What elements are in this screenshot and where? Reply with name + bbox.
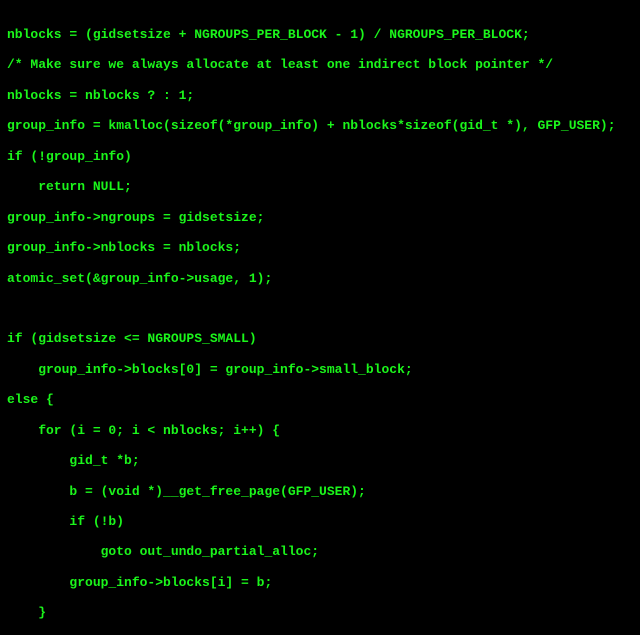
code-line: b = (void *)__get_free_page(GFP_USER); — [7, 483, 366, 499]
code-line: group_info->nblocks = nblocks; — [7, 240, 242, 256]
code-line: atomic_set(&group_info->usage, 1); — [7, 270, 273, 286]
code-line: group_info = kmalloc(sizeof(*group_info)… — [7, 118, 616, 134]
code-line: nblocks = nblocks ? : 1; — [7, 87, 195, 103]
code-line: if (!b) — [7, 514, 125, 529]
code-line: gid_t *b; — [7, 453, 140, 469]
code-line: return NULL; — [7, 179, 132, 195]
code-line: nblocks = (gidsetsize + NGROUPS_PER_BLOC… — [7, 27, 530, 42]
code-view: nblocks = (gidsetsize + NGROUPS_PER_BLOC… — [7, 26, 616, 635]
code-line: /* Make sure we always allocate at least… — [7, 57, 554, 73]
code-line: goto out_undo_partial_alloc; — [7, 544, 320, 560]
code-line: for (i = 0; i < nblocks; i++) { — [7, 422, 281, 438]
code-line: group_info->ngroups = gidsetsize; — [7, 209, 265, 225]
code-line: group_info->blocks[0] = group_info->smal… — [7, 361, 413, 377]
code-line: if (!group_info) — [7, 148, 132, 164]
code-line: } — [7, 605, 47, 621]
code-line: group_info->blocks[i] = b; — [7, 574, 273, 590]
code-line: else { — [7, 392, 54, 408]
code-line: if (gidsetsize <= NGROUPS_SMALL) — [7, 331, 257, 347]
